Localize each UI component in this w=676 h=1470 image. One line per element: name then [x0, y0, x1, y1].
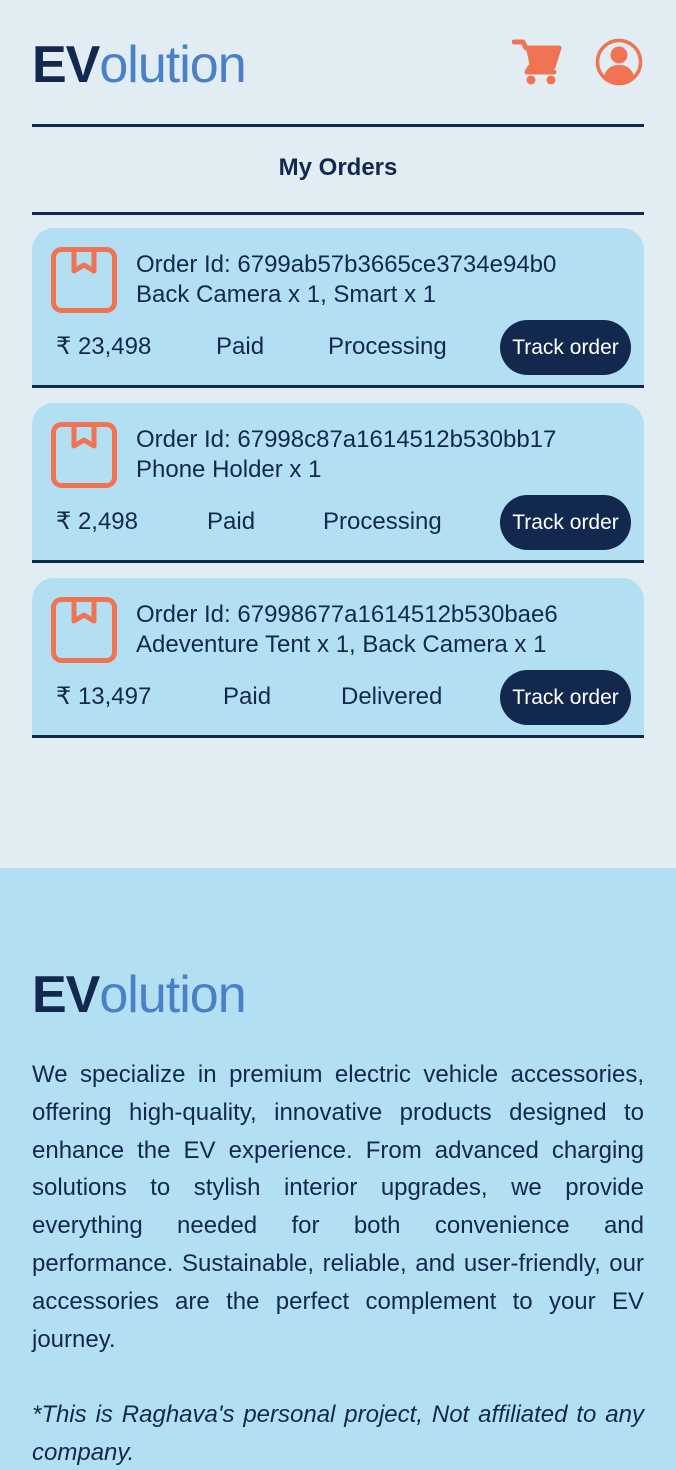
logo-rest: olution — [99, 36, 246, 94]
user-account-icon[interactable] — [595, 38, 643, 86]
payment-status: Paid — [216, 333, 265, 360]
order-items: Back Camera x 1, Smart x 1 — [136, 281, 437, 308]
order-status: Processing — [328, 333, 447, 360]
payment-status: Paid — [223, 683, 272, 710]
track-order-button[interactable]: Track order — [500, 320, 631, 375]
order-id: Order Id: 6799ab57b3665ce3734e94b0 — [136, 251, 557, 278]
app-header: EVolution — [0, 0, 676, 125]
footer-description: We specialize in premium electric vehicl… — [32, 1061, 644, 1353]
package-box-icon — [50, 421, 118, 489]
order-id: Order Id: 67998677a1614512b530bae6 — [136, 601, 558, 628]
logo-bold: EV — [32, 36, 100, 94]
header-divider — [32, 124, 644, 127]
orders-list: Order Id: 6799ab57b3665ce3734e94b0 Back … — [32, 228, 644, 753]
track-order-button[interactable]: Track order — [500, 670, 631, 725]
track-order-button[interactable]: Track order — [500, 495, 631, 550]
page-title: My Orders — [278, 154, 398, 181]
order-id: Order Id: 67998c87a1614512b530bb17 — [136, 426, 557, 453]
order-status: Processing — [323, 508, 442, 535]
title-divider — [32, 212, 644, 215]
logo-bold: EV — [32, 966, 100, 1024]
order-price: ₹ 2,498 — [56, 508, 138, 535]
package-box-icon — [50, 246, 118, 314]
footer-disclaimer: *This is Raghava's personal project, Not… — [32, 1401, 644, 1466]
brand-logo[interactable]: EVolution — [32, 34, 247, 96]
order-price: ₹ 13,497 — [56, 683, 152, 710]
logo-rest: olution — [99, 966, 246, 1024]
package-box-icon — [50, 596, 118, 664]
payment-status: Paid — [207, 508, 256, 535]
order-card: Order Id: 67998c87a1614512b530bb17 Phone… — [32, 403, 644, 563]
order-status: Delivered — [341, 683, 443, 710]
order-card: Order Id: 67998677a1614512b530bae6 Adeve… — [32, 578, 644, 738]
order-card: Order Id: 6799ab57b3665ce3734e94b0 Back … — [32, 228, 644, 388]
footer-logo: EVolution — [32, 964, 247, 1026]
order-items: Phone Holder x 1 — [136, 456, 322, 483]
order-price: ₹ 23,498 — [56, 333, 152, 360]
order-items: Adeventure Tent x 1, Back Camera x 1 — [136, 631, 547, 658]
shopping-cart-icon[interactable] — [511, 36, 562, 86]
site-footer: EVolution We specialize in premium elect… — [0, 868, 676, 1470]
